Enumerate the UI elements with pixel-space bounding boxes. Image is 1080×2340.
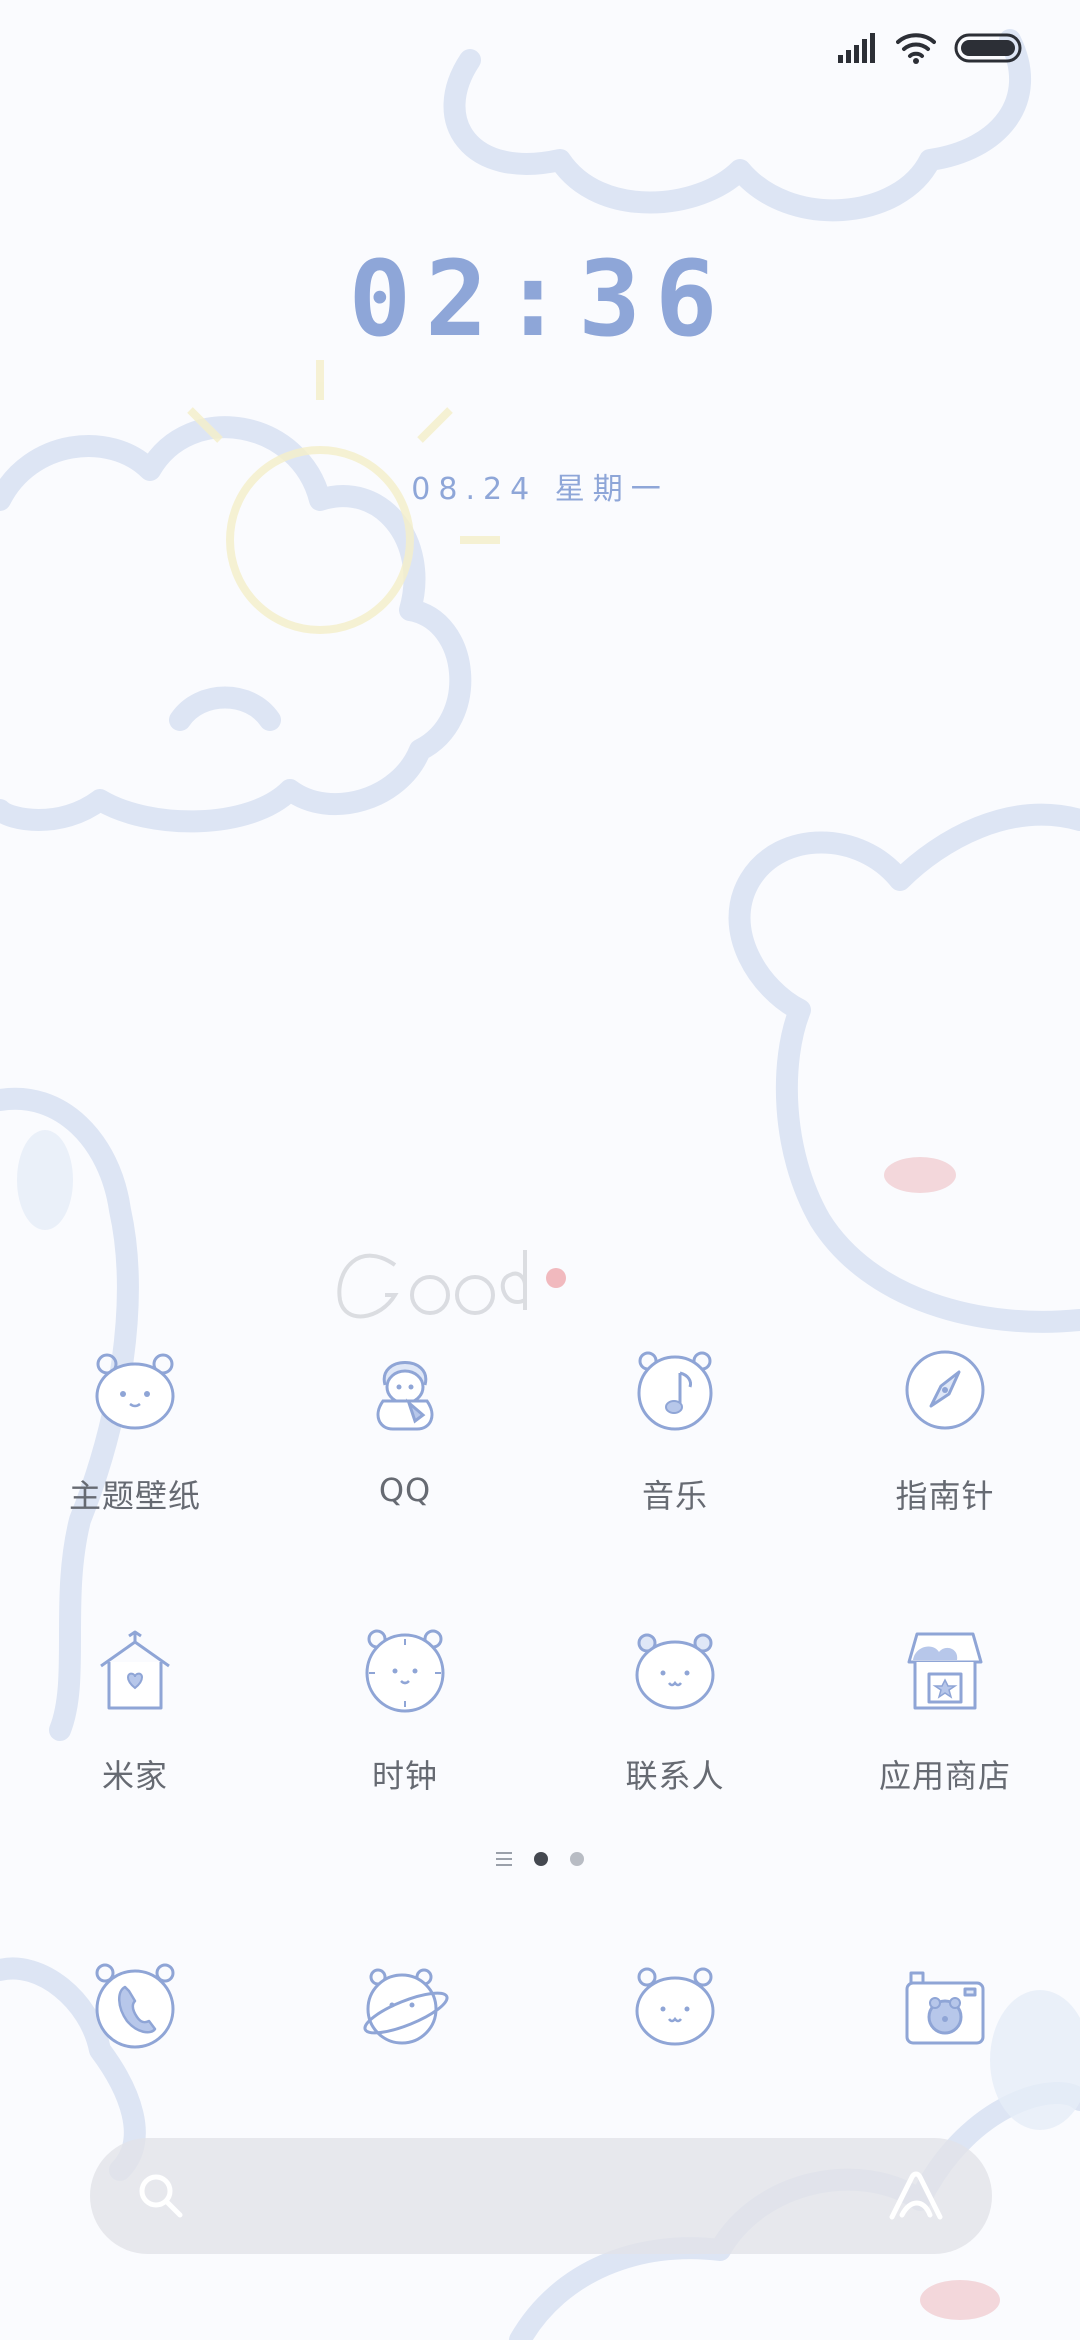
page-dot[interactable] <box>570 1852 584 1866</box>
status-bar <box>838 26 1024 70</box>
contacts-bear-icon <box>635 1633 715 1710</box>
app-grid: 主题壁纸 QQ 音乐 指南针 米家 时钟 联系人 应用商店 <box>0 1335 1080 1895</box>
dock <box>0 1950 1080 2060</box>
page-dot-active[interactable] <box>534 1852 548 1866</box>
app-label: 指南针 <box>895 1477 995 1515</box>
music-bear-icon <box>637 1351 713 1431</box>
penguin-icon <box>376 1361 434 1431</box>
app-store-icon <box>907 1632 983 1710</box>
app-qq[interactable]: QQ <box>270 1335 540 1615</box>
assistant-icon[interactable] <box>886 2169 946 2223</box>
signal-bars-icon <box>838 33 875 63</box>
app-label: 联系人 <box>625 1757 725 1795</box>
page-indicator[interactable] <box>0 1852 1080 1866</box>
phone-icon <box>95 1963 175 2049</box>
app-themes[interactable]: 主题壁纸 <box>0 1335 270 1615</box>
compass-icon <box>905 1350 985 1430</box>
browser-planet-icon <box>363 1968 449 2045</box>
wifi-icon <box>896 33 936 64</box>
clock-time[interactable]: 02:36 <box>0 238 1080 360</box>
dock-camera[interactable] <box>810 1950 1080 2060</box>
app-label: 主题壁纸 <box>68 1477 201 1515</box>
app-label: 应用商店 <box>878 1757 1011 1795</box>
app-label: QQ <box>378 1471 432 1509</box>
dock-messages[interactable] <box>540 1950 810 2060</box>
app-drawer-lines-icon[interactable] <box>496 1852 512 1866</box>
app-label: 时钟 <box>371 1757 438 1795</box>
home-screen: 02:36 08.24 星期一 主题壁纸 QQ 音乐 指南针 米家 时钟 联系人… <box>0 0 1080 2340</box>
dock-browser[interactable] <box>270 1950 540 2060</box>
clock-bear-icon <box>365 1629 445 1713</box>
app-label: 音乐 <box>641 1477 708 1515</box>
app-compass[interactable]: 指南针 <box>810 1335 1080 1615</box>
camera-icon <box>905 1971 985 2045</box>
search-bar[interactable] <box>90 2138 992 2254</box>
bear-face-icon <box>95 1353 175 1430</box>
dock-phone[interactable] <box>0 1950 270 2060</box>
messages-bear-icon <box>635 1967 715 2046</box>
search-icon[interactable] <box>136 2171 186 2221</box>
app-music[interactable]: 音乐 <box>540 1335 810 1615</box>
home-heart-icon <box>100 1630 170 1710</box>
battery-icon <box>954 33 1022 63</box>
app-label: 米家 <box>101 1757 168 1795</box>
clock-date: 08.24 星期一 <box>411 472 669 507</box>
